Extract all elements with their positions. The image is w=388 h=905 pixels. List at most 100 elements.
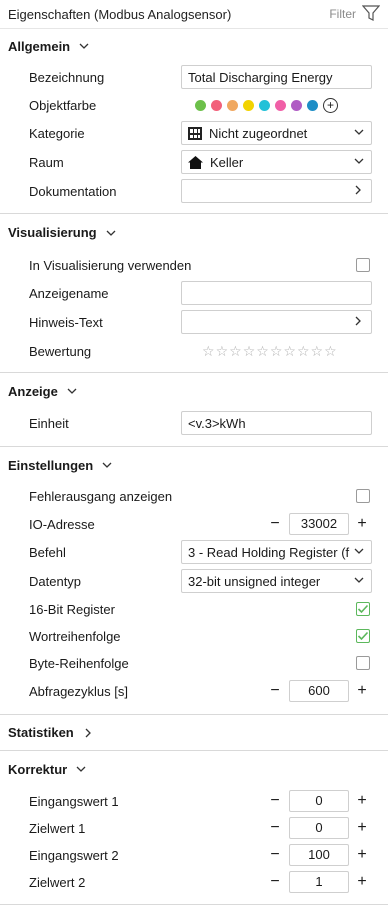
ziel1-value[interactable]: 0: [289, 817, 349, 839]
eingang2-value[interactable]: 100: [289, 844, 349, 866]
hinweis-field[interactable]: [181, 310, 372, 334]
befehl-select[interactable]: 3 - Read Holding Register (f: [181, 540, 372, 564]
abfrage-value[interactable]: 600: [289, 680, 349, 702]
increment-button[interactable]: +: [355, 514, 369, 534]
einheit-field[interactable]: <v.3>kWh: [181, 411, 372, 435]
star-icon[interactable]: ☆: [311, 343, 324, 360]
bezeichnung-value: Total Discharging Energy: [188, 69, 333, 85]
byte-label: Byte-Reihenfolge: [29, 656, 129, 671]
color-swatch-purple[interactable]: [291, 99, 302, 111]
increment-button[interactable]: +: [355, 818, 369, 838]
wort-checkbox[interactable]: [356, 629, 370, 643]
color-swatch-red[interactable]: [211, 99, 222, 111]
section-anzeige[interactable]: Anzeige: [0, 373, 388, 409]
kategorie-value: Nicht zugeordnet: [209, 125, 308, 141]
panel-header: Eigenschaften (Modbus Analogsensor) Filt…: [0, 0, 388, 29]
byte-checkbox[interactable]: [356, 656, 370, 670]
color-swatch-cyan[interactable]: [259, 99, 270, 111]
increment-button[interactable]: +: [355, 872, 369, 892]
star-icon[interactable]: ☆: [297, 343, 310, 360]
chevron-down-icon: [353, 574, 365, 589]
filter-icon[interactable]: [361, 4, 381, 24]
section-korrektur[interactable]: Korrektur: [0, 751, 388, 787]
row-einheit: Einheit <v.3>kWh: [0, 409, 388, 437]
star-icon[interactable]: ☆: [202, 343, 215, 360]
raum-select[interactable]: Keller: [181, 150, 372, 174]
row-eingangswert-2: Eingangswert 2 − 100 +: [0, 842, 388, 869]
decrement-button[interactable]: −: [268, 845, 282, 865]
chevron-right-icon[interactable]: [82, 727, 94, 739]
bit16-label: 16-Bit Register: [29, 602, 115, 617]
decrement-button[interactable]: −: [268, 681, 282, 701]
dokumentation-field[interactable]: [181, 179, 372, 203]
house-icon: [188, 155, 203, 169]
row-eingangswert-1: Eingangswert 1 − 0 +: [0, 787, 388, 815]
row-wortreihenfolge: Wortreihenfolge: [0, 623, 388, 650]
befehl-value: 3 - Read Holding Register (f: [188, 544, 350, 560]
row-objektfarbe: Objektfarbe +: [0, 91, 388, 119]
row-hinweis: Hinweis-Text: [0, 308, 388, 337]
star-icon[interactable]: ☆: [324, 343, 337, 360]
rating-stars[interactable]: ☆ ☆ ☆ ☆ ☆ ☆ ☆ ☆ ☆ ☆: [202, 343, 337, 360]
color-swatch-yellow[interactable]: [243, 99, 254, 111]
section-allgemein[interactable]: Allgemein: [0, 29, 388, 63]
category-icon: [188, 126, 202, 140]
panel-title: Eigenschaften (Modbus Analogsensor): [8, 6, 232, 22]
color-swatch-orange[interactable]: [227, 99, 238, 111]
bit16-checkbox[interactable]: [356, 602, 370, 616]
decrement-button[interactable]: −: [268, 514, 282, 534]
filter-label[interactable]: Filter: [329, 7, 356, 21]
decrement-button[interactable]: −: [268, 791, 282, 811]
row-kategorie: Kategorie Nicht zugeordnet: [0, 119, 388, 148]
increment-button[interactable]: +: [355, 845, 369, 865]
star-icon[interactable]: ☆: [243, 343, 256, 360]
io-value[interactable]: 33002: [289, 513, 349, 535]
chevron-down-icon[interactable]: [101, 459, 113, 471]
star-icon[interactable]: ☆: [216, 343, 229, 360]
star-icon[interactable]: ☆: [283, 343, 296, 360]
color-swatch-green[interactable]: [195, 99, 206, 111]
chevron-down-icon[interactable]: [78, 40, 90, 52]
star-icon[interactable]: ☆: [229, 343, 242, 360]
fehler-checkbox[interactable]: [356, 489, 370, 503]
kategorie-select[interactable]: Nicht zugeordnet: [181, 121, 372, 145]
section-title: Allgemein: [8, 38, 71, 54]
star-icon[interactable]: ☆: [256, 343, 269, 360]
raum-value: Keller: [210, 154, 244, 170]
datentyp-select[interactable]: 32-bit unsigned integer: [181, 569, 372, 593]
section-statistiken[interactable]: Statistiken: [0, 715, 388, 750]
decrement-button[interactable]: −: [268, 872, 282, 892]
chevron-down-icon[interactable]: [105, 227, 117, 239]
ziel2-value[interactable]: 1: [289, 871, 349, 893]
datentyp-value: 32-bit unsigned integer: [188, 573, 321, 589]
section-einstellungen[interactable]: Einstellungen: [0, 447, 388, 483]
section-title: Korrektur: [8, 761, 68, 777]
row-datentyp: Datentyp 32-bit unsigned integer: [0, 567, 388, 596]
section-title: Visualisierung: [8, 225, 97, 240]
star-icon[interactable]: ☆: [270, 343, 283, 360]
increment-button[interactable]: +: [355, 791, 369, 811]
row-abfragezyklus: Abfragezyklus [s] − 600 +: [0, 677, 388, 705]
chevron-right-icon: [353, 315, 363, 330]
decrement-button[interactable]: −: [268, 818, 282, 838]
fehler-label: Fehlerausgang anzeigen: [29, 489, 173, 504]
color-picker: +: [195, 97, 338, 113]
chevron-down-icon[interactable]: [66, 385, 78, 397]
color-swatch-pink[interactable]: [275, 99, 286, 111]
color-swatch-blue[interactable]: [307, 99, 318, 111]
row-fehler: Fehlerausgang anzeigen: [0, 483, 388, 510]
increment-button[interactable]: +: [355, 681, 369, 701]
row-in-vis: In Visualisierung verwenden: [0, 251, 388, 279]
einheit-value: <v.3>kWh: [188, 415, 246, 431]
row-bewertung: Bewertung ☆ ☆ ☆ ☆ ☆ ☆ ☆ ☆ ☆ ☆: [0, 337, 388, 365]
section-visualisierung[interactable]: Visualisierung: [0, 214, 388, 251]
anzeigename-field[interactable]: [181, 281, 372, 305]
in-vis-checkbox[interactable]: [356, 258, 370, 272]
section-title: Einstellungen: [8, 457, 94, 473]
chevron-down-icon[interactable]: [75, 763, 87, 775]
chevron-down-icon: [353, 126, 365, 141]
row-zielwert-1: Zielwert 1 − 0 +: [0, 815, 388, 842]
bezeichnung-field[interactable]: Total Discharging Energy: [181, 65, 372, 89]
add-color-icon[interactable]: +: [323, 97, 338, 113]
eingang1-value[interactable]: 0: [289, 790, 349, 812]
